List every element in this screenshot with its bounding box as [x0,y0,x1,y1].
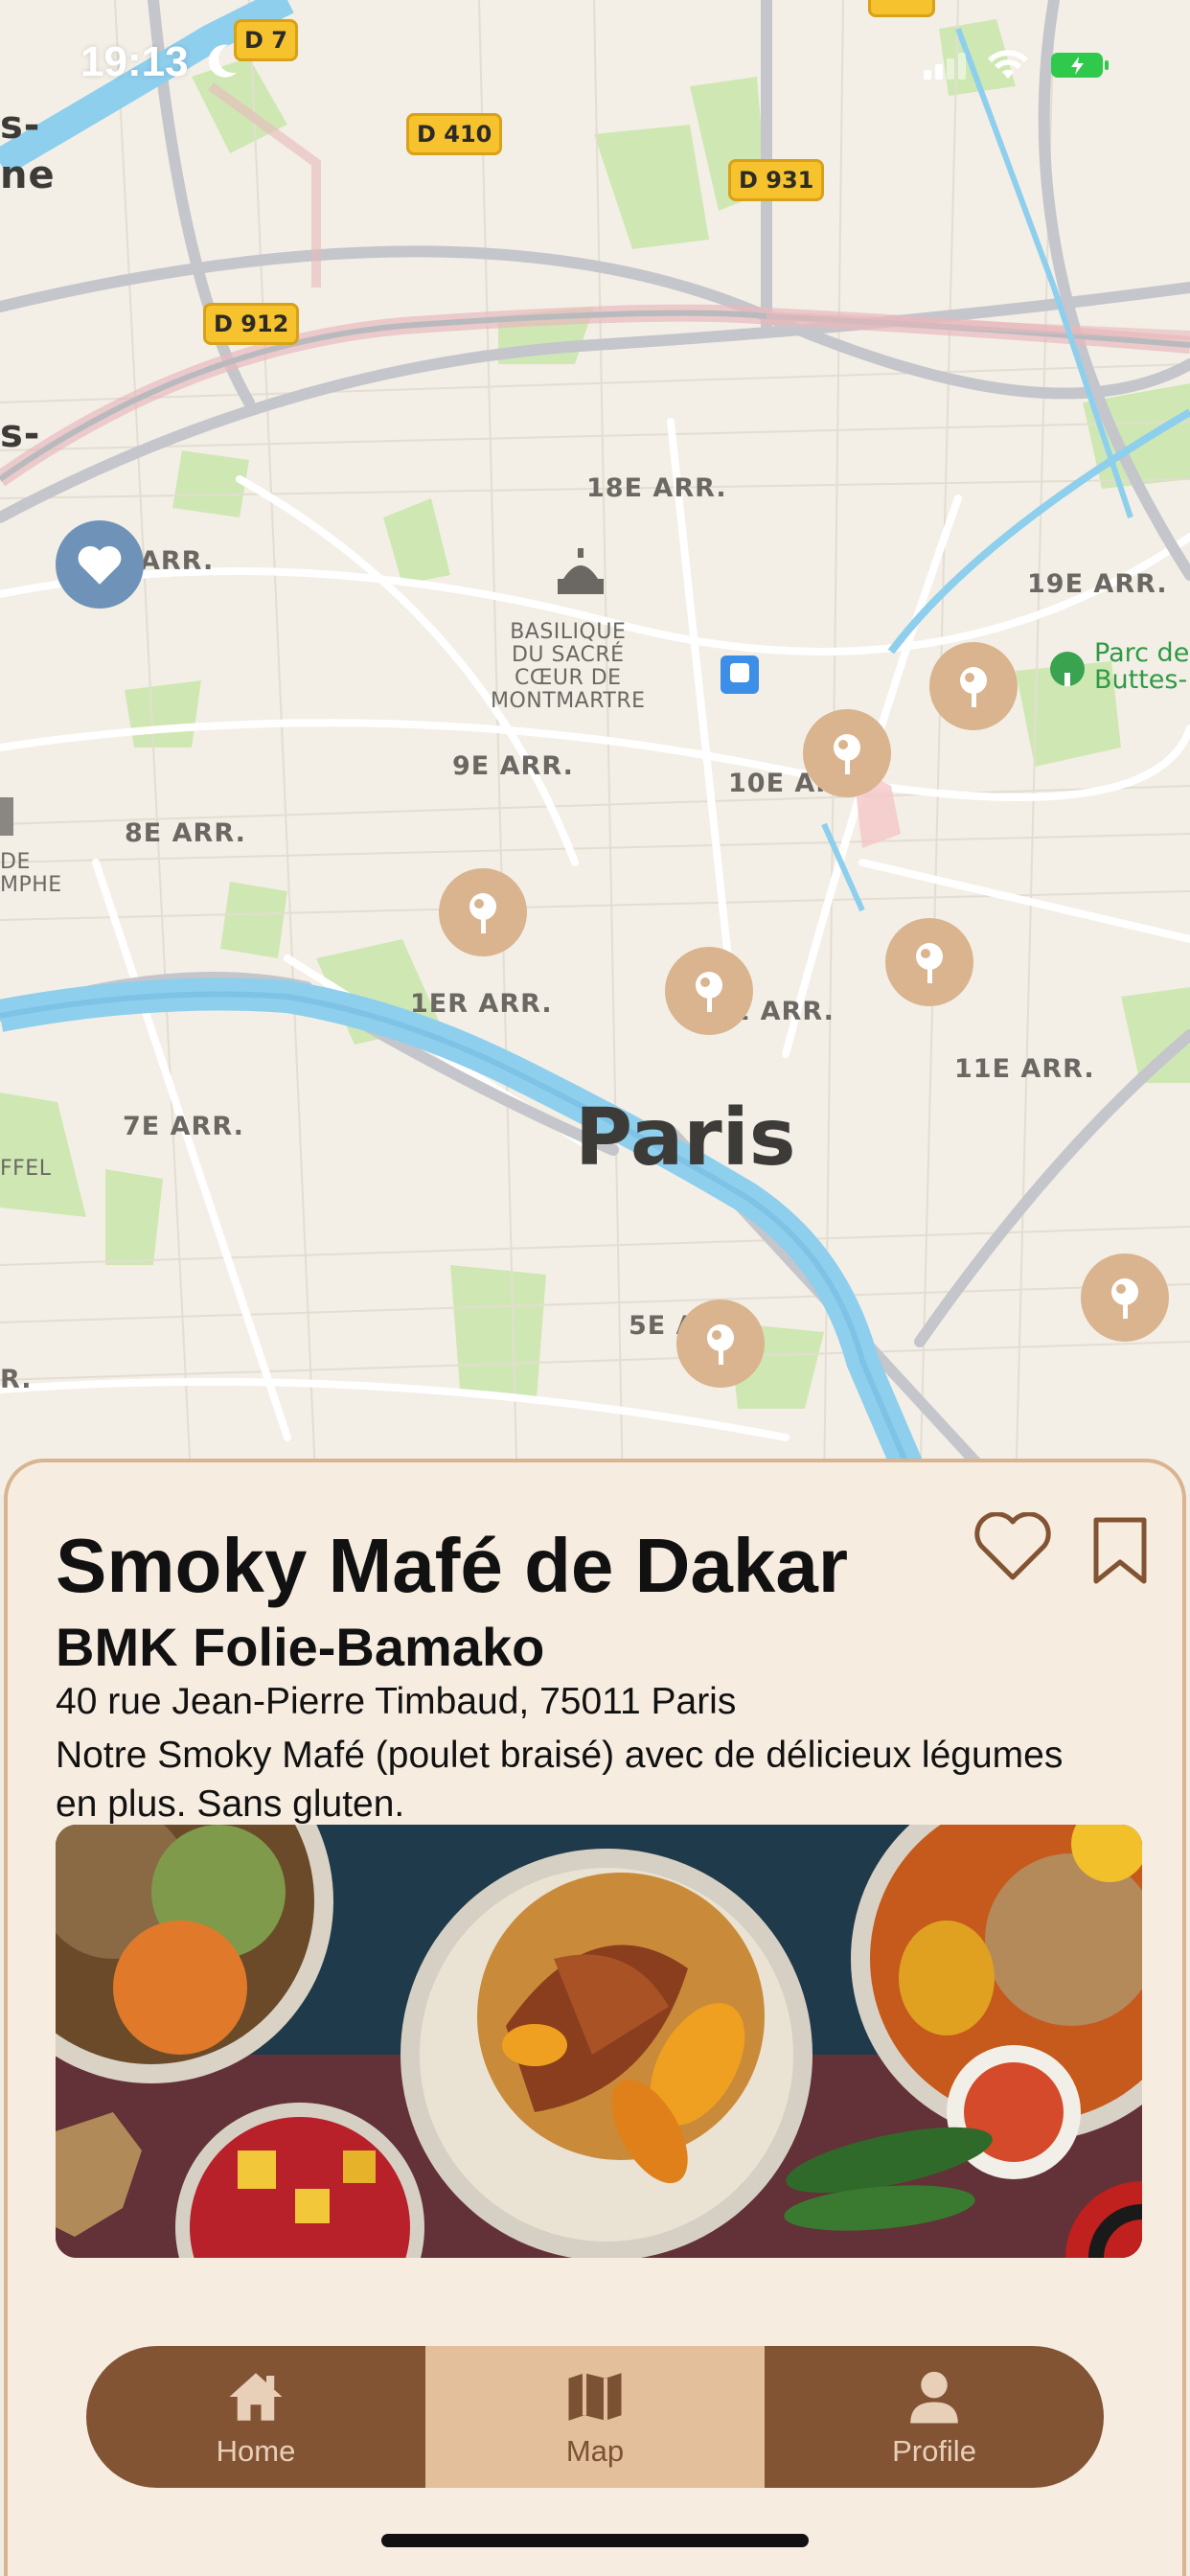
heart-icon [78,545,122,585]
dish-title: Smoky Mafé de Dakar [56,1523,849,1608]
battery-icon [1051,53,1109,78]
district-label: ARR. [140,546,215,576]
map-icon [568,2373,622,2421]
moon-icon [208,44,238,78]
district-label: 1ER ARR. [410,989,553,1019]
edge-label: s- [0,412,41,456]
tab-map[interactable]: Map [425,2346,765,2488]
profile-icon [910,2371,958,2424]
edge-label: ne [0,153,56,197]
bookmark-icon[interactable] [1088,1516,1152,1585]
district-label: 11E ARR. [954,1054,1095,1084]
edge-label: DE MPHE [0,850,62,897]
restaurant-pin[interactable] [803,709,891,797]
pin-icon [916,943,943,983]
district-label: 7E ARR. [123,1112,244,1141]
dish-description: Notre Smoky Mafé (poulet braisé) avec de… [56,1735,1064,1825]
wifi-icon [988,50,1028,79]
tab-bar: Home Map Profile [86,2346,1104,2488]
restaurant-pin[interactable] [676,1300,765,1388]
restaurant-pin[interactable] [665,947,753,1035]
signal-icon [924,53,966,80]
road-badge: D 410 [406,113,503,155]
city-label: Paris [575,1092,796,1184]
pin-icon [960,667,987,707]
dish-photo-illustration [56,1825,1142,2258]
map-base [0,0,1190,1495]
basilique-label: BASILIQUE DU SACRÉ CŒUR DE MONTMARTRE [491,620,646,713]
pin-icon [834,734,860,774]
edge-label: FFEL [0,1157,52,1181]
dish-photo [56,1825,1142,2258]
restaurant-pin[interactable] [929,642,1018,730]
map-view[interactable]: 18E ARR. 19E ARR. 9E ARR. 10E ARR. 8E AR… [0,0,1190,1495]
tab-home[interactable]: Home [86,2346,425,2488]
tab-profile-label: Profile [892,2434,976,2468]
status-bar: 19:13 [0,29,1190,96]
restaurant-pin[interactable] [1081,1254,1169,1342]
pin-icon [707,1324,734,1365]
home-indicator [381,2534,809,2547]
tab-home-label: Home [216,2434,296,2468]
restaurant-pin[interactable] [885,918,973,1006]
pin-icon [696,972,722,1012]
favorite-heart-icon[interactable] [973,1512,1052,1583]
road-badge [868,0,935,17]
park-label: Parc des Buttes- [1094,638,1190,695]
status-time: 19:13 [80,38,189,85]
tab-map-label: Map [565,2434,625,2468]
pin-icon [469,893,496,933]
district-label: 18E ARR. [586,473,727,503]
restaurant-pin[interactable] [439,868,527,956]
district-label: 9E ARR. [452,751,574,781]
district-label: 8E ARR. [125,818,246,848]
restaurant-address: 40 rue Jean-Pierre Timbaud, 75011 Paris [56,1681,737,1722]
district-label: 19E ARR. [1027,569,1168,599]
home-icon [229,2373,283,2421]
edge-label: R. [0,1365,33,1394]
road-badge: D 912 [203,303,300,345]
edge-label: s- [0,104,41,148]
restaurant-name: BMK Folie-Bamako [56,1617,545,1677]
road-badge: D 931 [728,159,825,201]
tab-profile[interactable]: Profile [765,2346,1104,2488]
status-icons [924,50,1110,80]
favorite-pin[interactable] [56,520,144,609]
pin-icon [1111,1278,1138,1319]
